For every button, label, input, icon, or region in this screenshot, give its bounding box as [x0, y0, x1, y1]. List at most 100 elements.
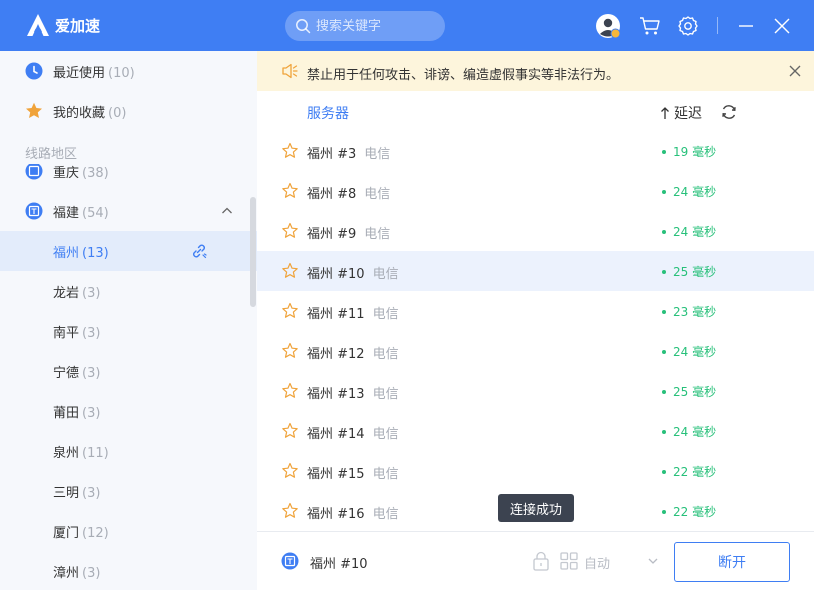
server-name: 福州 #12: [307, 347, 365, 362]
favorite-star-icon[interactable]: [281, 382, 299, 400]
region-badge-icon: [25, 202, 43, 220]
chevron-down-icon[interactable]: [647, 555, 659, 567]
latency-dot: [662, 469, 666, 474]
list-header: 服务器 延迟: [257, 91, 814, 131]
avatar-icon: [596, 14, 621, 39]
sidebar-item-fuzhou[interactable]: 福州 (13): [0, 231, 257, 271]
sidebar-item-count: (0): [108, 105, 127, 121]
sort-up-icon: [661, 107, 669, 119]
sidebar-item-label: 莆田: [53, 405, 80, 421]
server-latency: 19 毫秒: [662, 143, 716, 160]
server-latency: 22 毫秒: [662, 503, 716, 520]
disconnect-button[interactable]: 断开: [674, 542, 790, 582]
latency-dot: [662, 509, 666, 514]
sidebar-item-city[interactable]: 南平 (3): [0, 311, 257, 351]
favorite-star-icon[interactable]: [281, 342, 299, 360]
server-row[interactable]: 福州 #3 电信 19 毫秒: [257, 131, 814, 171]
column-latency[interactable]: 延迟: [660, 103, 702, 123]
favorite-star-icon[interactable]: [281, 462, 299, 480]
sidebar-item-fujian[interactable]: 福建 (54): [0, 191, 257, 231]
sidebar-item-count: (54): [82, 205, 109, 221]
settings-button[interactable]: [675, 13, 701, 39]
notice-banner: 禁止用于任何攻击、诽谤、编造虚假事实等非法行为。: [257, 51, 814, 91]
server-row[interactable]: 福州 #10 电信 25 毫秒: [257, 251, 814, 291]
sidebar-item-label: 三明: [53, 485, 80, 501]
sidebar-scrollbar[interactable]: [250, 197, 256, 307]
server-isp: 电信: [372, 307, 399, 322]
server-row[interactable]: 福州 #9 电信 24 毫秒: [257, 211, 814, 251]
sidebar-item-count: (13): [82, 245, 109, 261]
server-latency: 24 毫秒: [662, 423, 716, 440]
favorite-star-icon[interactable]: [281, 222, 299, 240]
sidebar-item-count: (3): [82, 325, 101, 341]
star-icon: [26, 102, 42, 118]
sidebar-item-recent[interactable]: 最近使用 (10): [0, 51, 257, 91]
latency-dot: [662, 189, 666, 194]
sidebar-item-label: 漳州: [53, 565, 80, 581]
cart-icon: [640, 17, 660, 35]
sidebar-item-label: 泉州: [53, 445, 80, 461]
sidebar-item-city[interactable]: 三明 (3): [0, 471, 257, 511]
server-name: 福州 #14: [307, 427, 365, 442]
sidebar-item-count: (3): [82, 565, 101, 581]
server-row[interactable]: 福州 #8 电信 24 毫秒: [257, 171, 814, 211]
sidebar-item-count: (3): [82, 285, 101, 301]
search-box[interactable]: [285, 11, 445, 41]
mode-select[interactable]: 自动: [584, 553, 610, 572]
server-isp: 电信: [372, 347, 399, 362]
latency-dot: [662, 389, 666, 394]
sidebar-item-label: 福州: [53, 245, 80, 261]
sidebar-item-count: (3): [82, 485, 101, 501]
sidebar-item-label: 福建: [53, 205, 80, 221]
sidebar-item-count: (3): [82, 405, 101, 421]
latency-dot: [662, 309, 666, 314]
server-row[interactable]: 福州 #13 电信 25 毫秒: [257, 371, 814, 411]
close-icon: [774, 18, 790, 34]
sidebar-item-city[interactable]: 厦门 (12): [0, 511, 257, 551]
server-row[interactable]: 福州 #15 电信 22 毫秒: [257, 451, 814, 491]
server-latency: 24 毫秒: [662, 183, 716, 200]
server-name: 福州 #11: [307, 307, 365, 322]
refresh-icon[interactable]: [720, 103, 738, 121]
favorite-star-icon[interactable]: [281, 142, 299, 160]
user-avatar[interactable]: [595, 13, 621, 39]
close-button[interactable]: [769, 13, 795, 39]
server-latency: 25 毫秒: [662, 263, 716, 280]
sidebar-item-favorites[interactable]: 我的收藏 (0): [0, 91, 257, 131]
sidebar-item-count: (12): [82, 525, 109, 541]
server-row[interactable]: 福州 #11 电信 23 毫秒: [257, 291, 814, 331]
server-isp: 电信: [372, 387, 399, 402]
cart-button[interactable]: [637, 13, 663, 39]
gear-icon: [678, 16, 698, 36]
search-input[interactable]: [316, 18, 436, 34]
lock-icon[interactable]: [532, 551, 550, 571]
sidebar-item-city[interactable]: 漳州 (3): [0, 551, 257, 590]
favorite-star-icon[interactable]: [281, 182, 299, 200]
sidebar-item-label: 宁德: [53, 365, 80, 381]
server-isp: 电信: [372, 267, 399, 282]
current-server: 福州 #10: [310, 557, 368, 572]
server-row[interactable]: 福州 #14 电信 24 毫秒: [257, 411, 814, 451]
sidebar-item-city[interactable]: 莆田 (3): [0, 391, 257, 431]
favorite-star-icon[interactable]: [281, 502, 299, 520]
sidebar-item-city[interactable]: 泉州 (11): [0, 431, 257, 471]
sidebar-item-city[interactable]: 宁德 (3): [0, 351, 257, 391]
connection-bar: 福州 #10 自动 断开: [257, 531, 814, 590]
server-name: 福州 #10: [307, 267, 365, 282]
region-badge-icon: [281, 552, 299, 570]
latency-value: 25 毫秒: [673, 265, 717, 279]
chevron-up-icon[interactable]: [221, 206, 233, 216]
section-title: 线路地区: [25, 147, 78, 162]
favorite-star-icon[interactable]: [281, 302, 299, 320]
latency-value: 23 毫秒: [673, 305, 717, 319]
server-row[interactable]: 福州 #12 电信 24 毫秒: [257, 331, 814, 371]
column-server[interactable]: 服务器: [307, 103, 349, 123]
title-bar: 爱加速: [0, 0, 814, 51]
favorite-star-icon[interactable]: [281, 262, 299, 280]
status-tooltip: 连接成功: [498, 494, 574, 522]
sidebar-item-city[interactable]: 龙岩 (3): [0, 271, 257, 311]
minimize-button[interactable]: [733, 13, 759, 39]
favorite-star-icon[interactable]: [281, 422, 299, 440]
close-icon[interactable]: [787, 63, 803, 79]
sidebar-item-count: (3): [82, 365, 101, 381]
